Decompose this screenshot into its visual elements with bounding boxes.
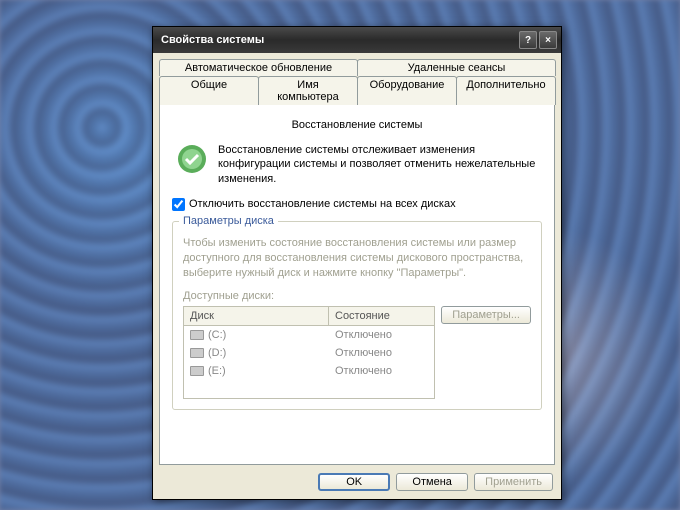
drive-name: (D:) [208, 347, 226, 359]
disk-settings-group: Параметры диска Чтобы изменить состояние… [172, 221, 542, 411]
cancel-button[interactable]: Отмена [396, 473, 468, 491]
active-tab-title: Восстановление системы [172, 115, 542, 139]
drives-list[interactable]: Диск Состояние (C:) Отключено (D:) Отклю… [183, 306, 435, 399]
tab-general[interactable]: Общие [159, 76, 259, 105]
apply-button: Применить [474, 473, 553, 491]
drive-name: (E:) [208, 365, 226, 377]
drive-icon [190, 330, 204, 340]
intro-text: Восстановление системы отслеживает измен… [218, 143, 538, 186]
dialog-button-bar: OK Отмена Применить [153, 465, 561, 499]
window-title: Свойства системы [161, 34, 517, 46]
help-button[interactable]: ? [519, 31, 537, 49]
groupbox-description: Чтобы изменить состояние восстановления … [183, 236, 531, 281]
tab-panel-system-restore: Восстановление системы Восстановление си… [159, 105, 555, 465]
tab-auto-updates[interactable]: Автоматическое обновление [159, 59, 358, 76]
disable-restore-checkbox[interactable] [172, 198, 185, 211]
table-row[interactable]: (C:) Отключено [184, 326, 434, 344]
tab-hardware[interactable]: Оборудование [357, 76, 457, 105]
tab-remote[interactable]: Удаленные сеансы [357, 59, 556, 76]
table-row[interactable]: (D:) Отключено [184, 344, 434, 362]
restore-icon [176, 143, 208, 175]
close-button[interactable]: × [539, 31, 557, 49]
drive-state: Отключено [329, 364, 434, 378]
drive-state: Отключено [329, 328, 434, 342]
tab-advanced[interactable]: Дополнительно [456, 76, 556, 105]
drive-name: (C:) [208, 329, 226, 341]
drive-state: Отключено [329, 346, 434, 360]
drive-settings-button: Параметры... [441, 306, 531, 324]
system-properties-window: Свойства системы ? × Автоматическое обно… [152, 26, 562, 500]
tab-computer-name[interactable]: Имя компьютера [258, 76, 358, 105]
drives-header: Диск Состояние [184, 307, 434, 326]
column-state[interactable]: Состояние [329, 307, 434, 325]
drive-icon [190, 366, 204, 376]
drive-icon [190, 348, 204, 358]
available-disks-label: Доступные диски: [183, 290, 531, 302]
column-disk[interactable]: Диск [184, 307, 329, 325]
tabs-container: Автоматическое обновление Удаленные сеан… [153, 53, 561, 465]
titlebar[interactable]: Свойства системы ? × [153, 27, 561, 53]
disable-restore-label[interactable]: Отключить восстановление системы на всех… [189, 198, 456, 210]
intro-section: Восстановление системы отслеживает измен… [172, 139, 542, 196]
groupbox-title: Параметры диска [179, 215, 278, 227]
table-row[interactable]: (E:) Отключено [184, 362, 434, 380]
ok-button[interactable]: OK [318, 473, 390, 491]
